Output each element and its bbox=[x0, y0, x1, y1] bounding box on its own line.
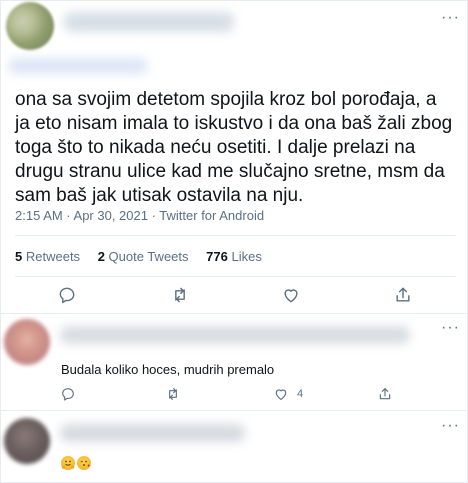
share-button[interactable] bbox=[392, 284, 414, 306]
like-count: 4 bbox=[297, 388, 304, 400]
author-avatar[interactable] bbox=[6, 2, 54, 50]
reply-button[interactable] bbox=[56, 284, 78, 306]
divider bbox=[0, 313, 468, 314]
hugging-face-emoji bbox=[61, 456, 75, 470]
heart-icon bbox=[275, 389, 287, 400]
retweet-button[interactable] bbox=[169, 284, 191, 306]
reply-author-avatar[interactable] bbox=[4, 319, 50, 365]
divider bbox=[15, 235, 456, 236]
heart-icon bbox=[284, 289, 298, 303]
retweet-icon bbox=[169, 388, 177, 400]
share-button[interactable] bbox=[376, 385, 394, 403]
reply-icon bbox=[59, 287, 75, 304]
divider bbox=[15, 276, 456, 277]
share-icon bbox=[379, 388, 391, 400]
like-button[interactable] bbox=[280, 284, 302, 306]
likes-stat[interactable]: 776 Likes bbox=[206, 249, 262, 264]
kissing-face-emoji-detail bbox=[80, 460, 90, 467]
reply-author-name-blurred[interactable] bbox=[60, 424, 245, 442]
reply-author-avatar[interactable] bbox=[4, 418, 50, 464]
retweet-icon bbox=[175, 287, 185, 303]
like-button[interactable] bbox=[272, 385, 290, 403]
retweets-stat[interactable]: 5 Retweets bbox=[15, 249, 80, 264]
more-options-icon[interactable]: ··· bbox=[441, 10, 460, 26]
reply-text: Budala koliko hoces, mudrih premalo bbox=[61, 362, 275, 377]
hugging-face-emoji-detail bbox=[61, 460, 75, 469]
more-options-icon[interactable]: ··· bbox=[441, 418, 460, 434]
kissing-face-emoji bbox=[77, 456, 91, 470]
divider bbox=[0, 410, 468, 411]
author-name-blurred[interactable] bbox=[64, 12, 234, 32]
reply-icon bbox=[62, 388, 74, 401]
tweet-timestamp[interactable]: 2:15 AM · Apr 30, 2021 · Twitter for And… bbox=[15, 208, 264, 223]
quote-tweets-stat[interactable]: 2 Quote Tweets bbox=[98, 249, 189, 264]
retweet-button[interactable] bbox=[164, 385, 182, 403]
author-handle-blurred[interactable] bbox=[8, 58, 148, 74]
reply-author-name-blurred[interactable] bbox=[60, 326, 410, 344]
tweet-stats: 5 Retweets 2 Quote Tweets 776 Likes bbox=[15, 249, 276, 264]
reply-button[interactable] bbox=[59, 385, 77, 403]
tweet-text: ona sa svojim detetom spojila kroz bol p… bbox=[15, 89, 458, 206]
more-options-icon[interactable]: ··· bbox=[441, 320, 460, 336]
share-icon bbox=[396, 287, 410, 302]
